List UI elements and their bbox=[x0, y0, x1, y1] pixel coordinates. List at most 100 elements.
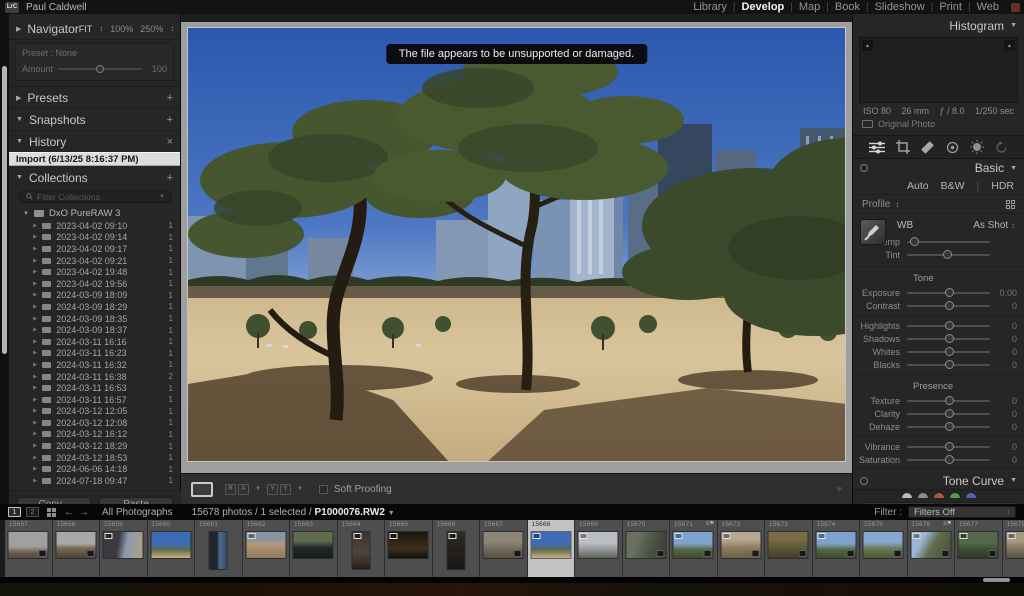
collection-item[interactable]: ▶2024-03-11 16:321 bbox=[9, 359, 180, 371]
thumbnail-photo[interactable] bbox=[352, 532, 369, 569]
collection-item[interactable]: ▶2024-03-09 18:291 bbox=[9, 301, 180, 313]
collection-item[interactable]: ▶2024-03-12 18:291 bbox=[9, 440, 180, 452]
masking-icon[interactable] bbox=[970, 140, 984, 154]
thumbnail-photo[interactable] bbox=[721, 532, 760, 558]
thumbnail-photo[interactable] bbox=[531, 532, 570, 558]
module-slideshow[interactable]: Slideshow bbox=[869, 1, 931, 13]
thumbnail-photo[interactable] bbox=[56, 532, 95, 558]
slider-knob[interactable] bbox=[945, 409, 954, 418]
selection-status[interactable]: 15678 photos / 1 selected / P1000076.RW2… bbox=[192, 507, 395, 518]
thumbnail-photo[interactable] bbox=[9, 532, 48, 558]
amount-slider[interactable] bbox=[58, 68, 142, 70]
panel-switch-icon[interactable] bbox=[860, 164, 868, 172]
collection-item[interactable]: ▶2023-04-02 19:561 bbox=[9, 278, 180, 290]
thumbnail-photo[interactable] bbox=[911, 532, 950, 558]
slider-knob[interactable] bbox=[945, 288, 954, 297]
thumbnail-photo[interactable] bbox=[674, 532, 713, 558]
thumbnail-photo[interactable] bbox=[151, 532, 190, 558]
thumbnail-15678[interactable]: 15678 bbox=[1003, 520, 1024, 577]
add-snapshot-button[interactable]: + bbox=[167, 114, 173, 126]
hdr-button[interactable]: HDR bbox=[991, 180, 1014, 192]
collection-item[interactable]: ▶2024-03-11 16:382 bbox=[9, 371, 180, 383]
collection-set-root[interactable]: ▼ DxO PureRAW 3 bbox=[9, 207, 180, 220]
slider-highlights[interactable]: Highlights0 bbox=[853, 319, 1024, 332]
crop-icon[interactable] bbox=[896, 140, 910, 154]
thumbnail-photo[interactable] bbox=[246, 532, 285, 558]
history-item-import[interactable]: Import (6/13/25 8:16:37 PM) bbox=[9, 152, 180, 166]
add-collection-button[interactable]: + bbox=[167, 172, 173, 184]
history-header[interactable]: ▼ History × bbox=[9, 132, 180, 151]
sync-icon[interactable] bbox=[995, 141, 1008, 154]
thumbnail-photo[interactable] bbox=[816, 532, 855, 558]
left-panel-scrollbar[interactable] bbox=[0, 14, 9, 504]
slider-knob[interactable] bbox=[910, 237, 919, 246]
collection-item[interactable]: ▶2024-03-09 18:371 bbox=[9, 324, 180, 336]
thumbnail-15666[interactable]: 15666 bbox=[433, 520, 481, 577]
thumbnail-photo[interactable] bbox=[959, 532, 998, 558]
collection-item[interactable]: ▶2023-04-02 09:101 bbox=[9, 220, 180, 232]
clear-history-button[interactable]: × bbox=[167, 136, 173, 148]
split-view-left-button[interactable]: Y bbox=[267, 484, 278, 495]
slider-track[interactable] bbox=[907, 364, 990, 366]
thumbnail-15664[interactable]: 15664 bbox=[338, 520, 386, 577]
slider-knob[interactable] bbox=[943, 250, 952, 259]
main-photo[interactable] bbox=[187, 27, 846, 462]
slider-exposure[interactable]: Exposure0.00 bbox=[853, 286, 1024, 299]
scrollbar-thumb[interactable] bbox=[2, 66, 7, 354]
thumbnail-15674[interactable]: 15674 bbox=[813, 520, 861, 577]
healing-icon[interactable] bbox=[921, 141, 934, 154]
slider-track[interactable] bbox=[907, 241, 990, 243]
thumbnail-15677[interactable]: 15677 bbox=[955, 520, 1003, 577]
filter-collections-input[interactable]: Filter Collections ▼ bbox=[19, 190, 172, 203]
slider-track[interactable] bbox=[907, 413, 990, 415]
thumbnail-15658[interactable]: 15658 bbox=[53, 520, 101, 577]
collection-item[interactable]: ▶2023-04-02 09:141 bbox=[9, 232, 180, 244]
grid-view-icon[interactable] bbox=[47, 508, 56, 517]
thumbnail-photo[interactable] bbox=[484, 532, 523, 558]
thumbnail-15657[interactable]: 15657 bbox=[5, 520, 53, 577]
module-map[interactable]: Map bbox=[793, 1, 826, 13]
thumbnail-photo[interactable] bbox=[294, 532, 333, 558]
slider-knob[interactable] bbox=[945, 360, 954, 369]
collection-item[interactable]: ▶2024-03-09 18:351 bbox=[9, 313, 180, 325]
slider-knob[interactable] bbox=[945, 396, 954, 405]
slider-contrast[interactable]: Contrast0 bbox=[853, 299, 1024, 312]
slider-saturation[interactable]: Saturation0 bbox=[853, 453, 1024, 466]
thumbnail-15663[interactable]: 15663 bbox=[290, 520, 338, 577]
collection-item[interactable]: ▶2023-04-02 09:211 bbox=[9, 255, 180, 267]
heart-icon[interactable]: ♥ bbox=[837, 484, 842, 494]
slider-whites[interactable]: Whites0 bbox=[853, 345, 1024, 358]
slider-track[interactable] bbox=[907, 292, 990, 294]
bw-button[interactable]: B&W bbox=[941, 180, 965, 192]
collection-item[interactable]: ▶2024-03-12 16:121 bbox=[9, 429, 180, 441]
collection-item[interactable]: ▶2024-03-12 12:051 bbox=[9, 406, 180, 418]
thumbnail-15673[interactable]: 15673 bbox=[765, 520, 813, 577]
slider-track[interactable] bbox=[907, 400, 990, 402]
zoom-fit[interactable]: FIT bbox=[79, 24, 93, 34]
slider-vibrance[interactable]: Vibrance0 bbox=[853, 440, 1024, 453]
slider-track[interactable] bbox=[907, 446, 990, 448]
filter-dropdown[interactable]: Filters Off ↕ bbox=[908, 506, 1016, 518]
slider-knob[interactable] bbox=[945, 321, 954, 330]
collection-item[interactable]: ▶2024-07-18 09:471 bbox=[9, 475, 180, 487]
thumbnail-photo[interactable] bbox=[769, 532, 808, 558]
module-book[interactable]: Book bbox=[829, 1, 866, 13]
thumbnail-15671[interactable]: 15671≡⚑ bbox=[670, 520, 718, 577]
chevron-down-icon[interactable]: ▼ bbox=[297, 486, 303, 492]
thumbnail-photo[interactable] bbox=[389, 532, 428, 558]
slider-track[interactable] bbox=[907, 338, 990, 340]
chevron-down-icon[interactable]: ▼ bbox=[255, 486, 261, 492]
thumbnail-photo[interactable] bbox=[210, 532, 227, 569]
histogram-header[interactable]: Histogram ▼ bbox=[853, 16, 1024, 35]
module-web[interactable]: Web bbox=[971, 1, 1005, 13]
highlight-clipping-indicator[interactable]: ▲ bbox=[1004, 40, 1015, 51]
slider-knob[interactable] bbox=[945, 301, 954, 310]
before-after-right-button[interactable]: A bbox=[238, 484, 249, 495]
thumbnail-15662[interactable]: 15662 bbox=[243, 520, 291, 577]
slider-blacks[interactable]: Blacks0 bbox=[853, 358, 1024, 371]
source-label[interactable]: All Photographs bbox=[102, 507, 173, 518]
module-develop[interactable]: Develop bbox=[735, 1, 790, 13]
histogram-display[interactable]: ▲ ▲ bbox=[859, 37, 1018, 103]
slider-track[interactable] bbox=[907, 351, 990, 353]
back-arrow-icon[interactable]: ← bbox=[64, 507, 74, 518]
